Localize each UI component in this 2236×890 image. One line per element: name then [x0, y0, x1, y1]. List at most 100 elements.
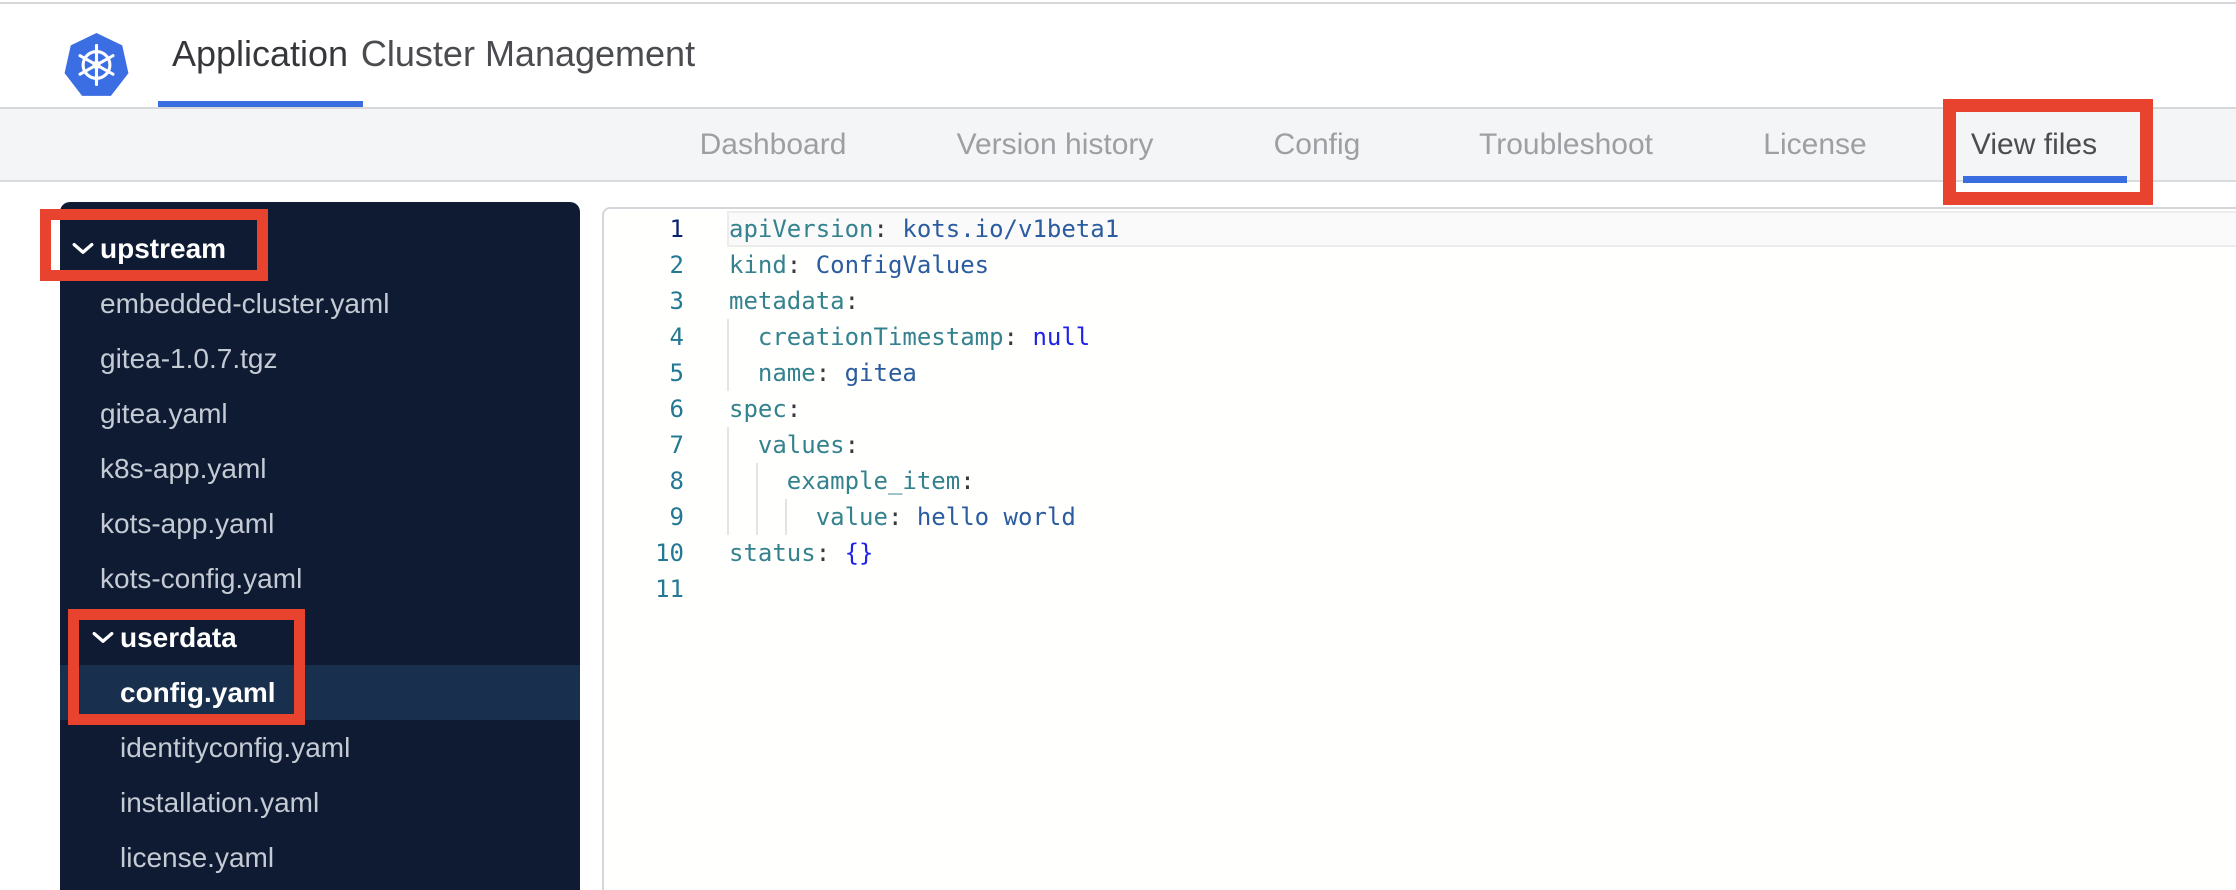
tree-item-label: license.yaml: [120, 841, 275, 873]
chevron-down-icon: [72, 242, 94, 254]
token-colon: :: [815, 359, 831, 387]
line-number: 7: [669, 431, 684, 459]
token-key: apiVersion: [729, 215, 874, 243]
tree-item-label: installation.yaml: [120, 786, 320, 818]
subnav-item-dashboard[interactable]: Dashboard: [700, 109, 847, 180]
code-line-3: 3 metadata:: [604, 283, 2236, 319]
code-line-6: 6 spec:: [604, 391, 2236, 427]
line-number: 2: [669, 251, 684, 279]
subnav-item-troubleshoot[interactable]: Troubleshoot: [1479, 109, 1653, 180]
tree-item-upstream[interactable]: upstream: [60, 221, 580, 276]
subnav-item-version-history[interactable]: Version history: [957, 109, 1154, 180]
tree-item-k8s-app-yaml[interactable]: k8s-app.yaml: [60, 441, 580, 496]
file-tree-sidebar: upstream embedded-cluster.yaml gitea-1.0.7…: [60, 202, 580, 890]
token-value: hello world: [916, 503, 1076, 531]
code-line-5: 5 name: gitea: [604, 355, 2236, 391]
tree-item-identityconfig-yaml[interactable]: identityconfig.yaml: [60, 720, 580, 775]
token-colon: :: [844, 287, 860, 315]
token-value: kots.io/v1beta1: [902, 215, 1120, 243]
token-key: metadata: [729, 287, 845, 315]
token-colon: :: [873, 215, 888, 243]
line-number: 11: [655, 575, 684, 603]
line-number: 3: [669, 287, 684, 315]
tree-item-gitea-yaml[interactable]: gitea.yaml: [60, 386, 580, 441]
tree-item-embedded-cluster-yaml[interactable]: embedded-cluster.yaml: [60, 276, 580, 331]
code-text: apiVersion: kots.io/v1beta1: [729, 211, 1119, 247]
line-number: 9: [669, 503, 684, 531]
window-top-divider: [0, 2, 2236, 4]
chevron-down-icon: [92, 631, 114, 643]
token-colon: :: [1003, 323, 1018, 351]
subnav-item-view-files[interactable]: View files: [1971, 109, 2097, 180]
line-number: 4: [669, 323, 684, 351]
token-colon: :: [786, 251, 802, 279]
code-text: metadata:: [729, 283, 859, 319]
tab-cluster-management[interactable]: Cluster Management: [361, 0, 695, 107]
token-colon: :: [960, 467, 975, 495]
line-number: 6: [669, 395, 684, 423]
subnav-item-config[interactable]: Config: [1274, 109, 1361, 180]
token-keyword: null: [1032, 323, 1091, 351]
tree-item-label: identityconfig.yaml: [120, 731, 351, 763]
tree-item-label: embedded-cluster.yaml: [100, 287, 390, 319]
app-sub-nav: Dashboard Version history Config Troublesho…: [0, 109, 2236, 182]
tree-item-installation-yaml[interactable]: installation.yaml: [60, 775, 580, 830]
token-key: example_item: [786, 467, 961, 495]
code-line-10: 10 status: {}: [604, 535, 2236, 571]
tree-item-label: gitea-1.0.7.tgz: [100, 342, 278, 374]
token-punct: {}: [844, 539, 874, 567]
tree-item-label: gitea.yaml: [100, 397, 228, 429]
top-nav: Application Cluster Management: [0, 0, 2236, 109]
kots-admin-console: Application Cluster Management Dashboard…: [0, 0, 2236, 890]
active-tab-underline: [158, 101, 363, 107]
token-key: kind: [729, 251, 787, 279]
tree-item-label: kots-config.yaml: [100, 562, 303, 594]
tree-item-kots-config-yaml[interactable]: kots-config.yaml: [60, 551, 580, 606]
code-text: values:: [729, 427, 859, 463]
tree-item-label: userdata: [120, 621, 237, 653]
tree-item-label: config.yaml: [120, 676, 276, 708]
token-key: values: [757, 431, 845, 459]
tree-item-gitea-1-0-7-tgz[interactable]: gitea-1.0.7.tgz: [60, 331, 580, 386]
yaml-editor[interactable]: 1 apiVersion: kots.io/v1beta1 2 kind: Confi…: [602, 207, 2236, 890]
kubernetes-logo-icon: [64, 33, 129, 96]
token-key: creationTimestamp: [757, 323, 1004, 351]
code-line-1: 1 apiVersion: kots.io/v1beta1: [604, 211, 2236, 247]
code-line-7: 7 values:: [604, 427, 2236, 463]
tree-item-kots-app-yaml[interactable]: kots-app.yaml: [60, 496, 580, 551]
line-number: 1: [669, 215, 684, 243]
tree-item-userdata[interactable]: userdata: [60, 610, 580, 665]
subnav-item-license[interactable]: License: [1763, 109, 1866, 180]
code-area[interactable]: 1 apiVersion: kots.io/v1beta1 2 kind: Confi…: [604, 209, 2236, 607]
code-line-9: 9 value: hello world: [604, 499, 2236, 535]
token-colon: :: [815, 539, 831, 567]
line-number: 5: [669, 359, 684, 387]
code-line-8: 8 example_item:: [604, 463, 2236, 499]
code-text: status: {}: [729, 535, 874, 571]
tree-item-license-yaml[interactable]: license.yaml: [60, 830, 580, 885]
tree-item-label: k8s-app.yaml: [100, 452, 267, 484]
code-text: spec:: [729, 391, 801, 427]
code-text: creationTimestamp: null: [729, 319, 1090, 355]
view-files-active-underline: [1963, 176, 2127, 183]
tab-application[interactable]: Application: [172, 0, 348, 107]
code-text: name: gitea: [729, 355, 917, 391]
code-text: value: hello world: [729, 499, 1076, 535]
tree-item-config-yaml[interactable]: config.yaml: [60, 665, 580, 720]
line-number: 8: [669, 467, 684, 495]
token-key: status: [729, 539, 816, 567]
code-text: kind: ConfigValues: [729, 247, 989, 283]
code-line-2: 2 kind: ConfigValues: [604, 247, 2236, 283]
code-line-11: 11: [604, 571, 2236, 607]
